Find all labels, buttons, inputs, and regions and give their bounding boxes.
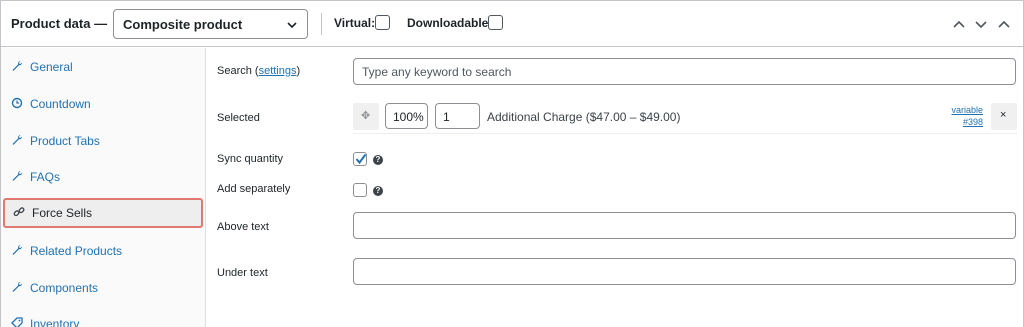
tab-countdown-label: Countdown (30, 97, 91, 111)
tab-general-label: General (30, 60, 73, 74)
tab-product-tabs[interactable]: Product Tabs (1, 126, 206, 156)
wrench-icon (12, 171, 23, 181)
checkmark-icon (355, 153, 367, 165)
tab-force-sells-label: Force Sells (32, 206, 93, 220)
chevron-down-icon (287, 22, 297, 29)
remove-button[interactable]: × (991, 103, 1017, 130)
move-icon: ✥ (361, 110, 371, 122)
toggle-panel-icon[interactable] (997, 18, 1011, 30)
move-down-icon[interactable] (974, 18, 988, 30)
tab-related-products[interactable]: Related Products (1, 236, 206, 266)
tab-components[interactable]: Components (1, 273, 206, 303)
tab-product-tabs-label: Product Tabs (30, 134, 100, 148)
tag-icon (11, 317, 23, 327)
sync-quantity-label: Sync quantity (217, 153, 284, 165)
above-text-label: Above text (217, 221, 269, 233)
search-placeholder: Type any keyword to search (362, 65, 512, 79)
selected-label: Selected (217, 112, 260, 124)
wrench-icon (12, 135, 23, 145)
tab-faqs[interactable]: FAQs (1, 162, 206, 192)
quantity-input[interactable]: 1 (435, 103, 480, 129)
settings-link[interactable]: settings (259, 65, 297, 77)
product-data-tabs: General Countdown Product Tabs FAQs Forc… (1, 48, 206, 327)
selected-product-row: ✥ 100% 1 Additional Charge ($47.00 – $49… (353, 102, 1017, 134)
tab-countdown[interactable]: Countdown (1, 89, 206, 119)
tab-force-sells[interactable]: Force Sells (3, 198, 203, 228)
panel-title: Product data — (11, 16, 108, 31)
help-icon[interactable]: ? (373, 155, 383, 165)
wrench-icon (12, 282, 23, 292)
product-type-value: Composite product (123, 17, 243, 32)
add-separately-label: Add separately (217, 183, 291, 195)
tab-inventory[interactable]: Inventory (1, 309, 206, 327)
virtual-checkbox[interactable] (375, 15, 390, 30)
add-separately-checkbox[interactable] (353, 183, 367, 197)
wrench-icon (12, 245, 23, 255)
percent-input[interactable]: 100% (385, 103, 428, 129)
product-name: Additional Charge ($47.00 – $49.00) (487, 110, 681, 124)
under-text-input[interactable] (353, 258, 1016, 285)
virtual-label: Virtual: (334, 16, 376, 30)
product-type-link[interactable]: variable #398 (951, 104, 983, 128)
tab-faqs-label: FAQs (30, 170, 61, 184)
close-icon: × (1000, 109, 1007, 121)
tab-general[interactable]: General (1, 52, 206, 82)
panel-header: Product data — Composite product Virtual… (1, 1, 1023, 47)
header-divider (321, 13, 322, 35)
wrench-icon (12, 61, 23, 71)
under-text-label: Under text (217, 267, 268, 279)
tab-related-products-label: Related Products (30, 244, 123, 258)
tab-inventory-label: Inventory (30, 317, 80, 327)
product-type-select[interactable]: Composite product (113, 9, 308, 39)
drag-handle[interactable]: ✥ (353, 103, 379, 130)
search-input[interactable]: Type any keyword to search (353, 58, 1016, 85)
move-up-icon[interactable] (952, 18, 966, 30)
clock-icon (11, 97, 23, 109)
link-icon (13, 207, 25, 217)
help-icon[interactable]: ? (373, 186, 383, 196)
product-data-panel: Product data — Composite product Virtual… (0, 0, 1024, 327)
sync-quantity-checkbox[interactable] (353, 152, 367, 166)
force-sells-panel: Search (settings) Type any keyword to se… (207, 48, 1023, 327)
downloadable-label: Downloadable: (407, 16, 493, 30)
downloadable-checkbox[interactable] (488, 15, 503, 30)
tab-components-label: Components (30, 281, 99, 295)
search-label: Search (settings) (217, 65, 301, 77)
above-text-input[interactable] (353, 212, 1016, 239)
